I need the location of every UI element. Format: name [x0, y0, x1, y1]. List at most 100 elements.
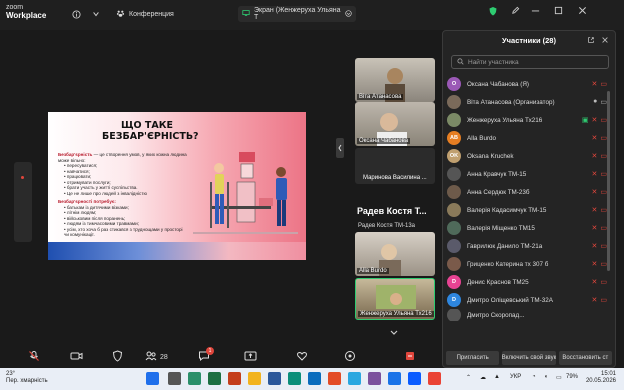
search-input[interactable]: Найти участника [451, 55, 609, 69]
powerpoint-icon[interactable] [228, 372, 241, 385]
participants-button[interactable]: 28 [145, 349, 168, 365]
chat-button[interactable]: 1 [198, 347, 214, 365]
participant-row[interactable]: Віта Атанасова (Организатор) ● ▭ [447, 93, 607, 111]
mic-off-icon[interactable]: ✕ [592, 134, 598, 142]
apps-button[interactable] [344, 349, 356, 365]
video-tile[interactable]: Alla Burdo [355, 232, 435, 276]
video-tile[interactable]: Маринова Василина ... [355, 148, 435, 184]
wifi-icon[interactable]: ◔ [532, 374, 536, 380]
video-off-icon[interactable]: ▭ [600, 134, 607, 142]
participant-row[interactable]: D Денис Краснов ТМ25 ✕ ▭ [447, 273, 607, 291]
clock[interactable]: 15:01 20.05.2026 [586, 371, 616, 385]
app-icon[interactable] [388, 372, 401, 385]
weather-widget[interactable]: 23° Пер. хмарність [6, 371, 48, 385]
app-icon[interactable] [308, 372, 321, 385]
info-icon[interactable] [72, 8, 81, 20]
reactions-button[interactable] [296, 349, 308, 365]
video-off-icon[interactable]: ▭ [600, 224, 607, 232]
video-off-icon[interactable]: ▭ [600, 260, 607, 268]
battery-icon[interactable]: ▭ [556, 374, 562, 381]
participant-name: Oksana Kruchek [467, 152, 514, 160]
invite-button[interactable]: Пригласить [446, 351, 500, 365]
close-icon[interactable] [601, 36, 609, 46]
video-button[interactable] [70, 349, 83, 365]
restore-button[interactable]: Восстановить ст [558, 351, 612, 365]
screen-share-indicator[interactable]: Экран (Женжеруха Ульяна Т [238, 6, 356, 22]
participant-row[interactable]: Валерія Міщенко ТМ15 ✕ ▭ [447, 219, 607, 237]
mic-off-icon[interactable]: ✕ [592, 188, 598, 196]
zoom-icon[interactable] [408, 372, 421, 385]
mic-off-icon[interactable]: ✕ [592, 170, 598, 178]
folder-icon[interactable] [248, 372, 261, 385]
mic-off-icon[interactable]: ✕ [592, 224, 598, 232]
participant-row[interactable]: Анна Сердюк ТМ-23б ✕ ▭ [447, 183, 607, 201]
excel-icon[interactable] [208, 372, 221, 385]
participant-row[interactable]: OK Oksana Kruchek ✕ ▭ [447, 147, 607, 165]
word-icon[interactable] [268, 372, 281, 385]
chevron-down-icon[interactable] [92, 8, 100, 20]
conference-menu[interactable]: Конференция [116, 8, 174, 20]
participant-row[interactable]: Женжеруха Ульяна Тх216 ▣ ✕ ▭ [447, 111, 607, 129]
maximize-icon[interactable] [554, 6, 563, 17]
video-off-icon[interactable]: ▭ [600, 296, 607, 304]
video-icon[interactable]: ▭ [600, 98, 607, 106]
video-off-icon[interactable]: ▭ [600, 80, 607, 88]
volume-icon[interactable]: ◖ [544, 374, 548, 380]
mute-button[interactable] [28, 349, 40, 365]
participant-row[interactable]: Гаврилюк Данило ТМ-21а ✕ ▭ [447, 237, 607, 255]
participant-row[interactable]: D Дмитро Оліщевський ТМ-32А ✕ ▭ [447, 291, 607, 309]
mic-icon[interactable]: ● [593, 98, 597, 106]
mic-off-icon[interactable]: ✕ [592, 242, 598, 250]
mic-off-icon[interactable]: ✕ [592, 260, 598, 268]
mic-off-icon[interactable]: ✕ [592, 152, 598, 160]
mic-off-icon[interactable]: ✕ [592, 296, 598, 304]
leave-button[interactable] [404, 349, 416, 365]
app-icon[interactable] [188, 372, 201, 385]
language-indicator[interactable]: УКР [510, 374, 521, 380]
video-off-icon[interactable]: ▭ [600, 206, 607, 214]
chevron-down-icon[interactable] [389, 324, 399, 342]
video-off-icon[interactable]: ▭ [600, 152, 607, 160]
participant-row[interactable]: Гриценко Катерина тх 307 б ✕ ▭ [447, 255, 607, 273]
mic-off-icon[interactable]: ✕ [592, 278, 598, 286]
participant-row[interactable]: AB Alla Burdo ✕ ▭ [447, 129, 607, 147]
video-off-icon[interactable]: ▭ [600, 188, 607, 196]
mic-off-icon[interactable]: ✕ [592, 206, 598, 214]
app-icon[interactable] [328, 372, 341, 385]
participant-row[interactable]: Анна Кравчук ТМ-15 ✕ ▭ [447, 165, 607, 183]
logo-line2: Workplace [6, 11, 47, 20]
video-off-icon[interactable]: ▭ [600, 278, 607, 286]
participant-row[interactable]: Дмитро Скоропад... [447, 309, 607, 321]
participant-row[interactable]: Валерія Кадасимчук ТМ-15 ✕ ▭ [447, 201, 607, 219]
video-tile[interactable]: Оксана Чабанова [355, 102, 435, 146]
video-tile-active[interactable]: Женжеруха Ульяна Тх216 [355, 278, 435, 320]
participant-row[interactable]: O Оксана Чабанова (Я) ✕ ▭ [447, 75, 607, 93]
security-button[interactable] [112, 349, 123, 365]
share-screen-button[interactable] [244, 349, 257, 365]
edge-icon[interactable] [288, 372, 301, 385]
tray-icon[interactable]: ▲ [494, 374, 500, 380]
video-off-icon[interactable]: ▭ [600, 242, 607, 250]
chrome-icon[interactable] [428, 372, 441, 385]
mic-off-icon[interactable]: ✕ [592, 80, 598, 88]
tray-icon[interactable]: ☁ [480, 374, 486, 381]
start-icon[interactable] [146, 372, 159, 385]
video-off-icon[interactable]: ▭ [600, 170, 607, 178]
popout-icon[interactable] [587, 36, 595, 46]
taskview-icon[interactable] [168, 372, 181, 385]
video-off-icon[interactable]: ▭ [600, 116, 607, 124]
unmute-self-button[interactable]: Включить свой звук [502, 351, 556, 365]
collapse-thumbs-button[interactable] [336, 138, 344, 158]
minimize-icon[interactable] [531, 6, 540, 17]
video-tile[interactable]: Віта Атанасова [355, 58, 435, 102]
tile-name: Оксана Чабанова [357, 138, 411, 144]
telegram-icon[interactable] [348, 372, 361, 385]
pen-icon[interactable] [511, 6, 520, 17]
shield-icon[interactable] [488, 6, 498, 18]
viber-icon[interactable] [368, 372, 381, 385]
mic-off-icon[interactable]: ✕ [592, 116, 598, 124]
avatar [447, 167, 461, 181]
close-icon[interactable] [578, 6, 587, 17]
tray-chevron-icon[interactable]: ⌃ [466, 374, 471, 381]
scrollbar[interactable] [607, 91, 610, 271]
